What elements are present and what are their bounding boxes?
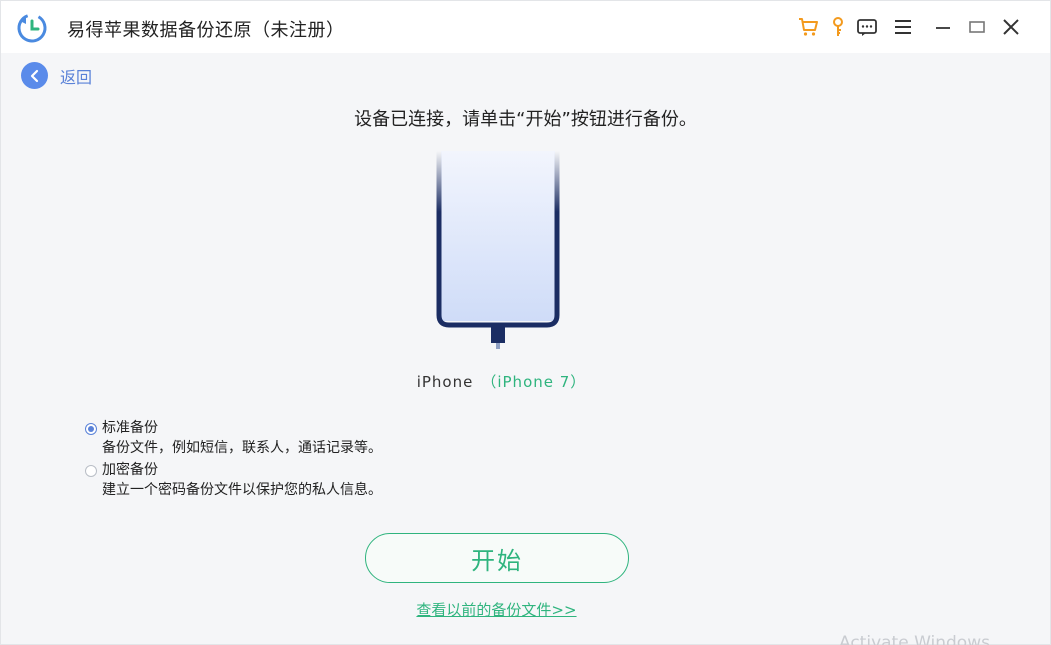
minimize-icon[interactable] <box>931 15 955 39</box>
device-name: iPhone <box>416 373 474 391</box>
device-model: （iPhone 7） <box>481 373 587 391</box>
key-icon[interactable] <box>826 15 850 39</box>
standard-backup-description: 备份文件，例如短信，联系人，通话记录等。 <box>102 440 382 456</box>
standard-backup-option[interactable]: 标准备份 备份文件，例如短信，联系人，通话记录等。 <box>85 419 382 457</box>
feedback-icon[interactable] <box>855 15 879 39</box>
start-button[interactable]: 开始 <box>365 533 629 583</box>
instruction-text: 设备已连接，请单击“开始”按钮进行备份。 <box>354 109 697 130</box>
menu-icon[interactable] <box>891 15 915 39</box>
maximize-icon[interactable] <box>965 15 989 39</box>
app-title: 易得苹果数据备份还原（未注册） <box>67 20 345 41</box>
app-window: 易得苹果数据备份还原（未注册） 返回 设备已连接，请单击“开始”按钮进行备份。 … <box>0 0 1051 645</box>
back-label: 返回 <box>60 67 93 87</box>
view-previous-backups-link[interactable]: 查看以前的备份文件>> <box>1 599 992 620</box>
activate-windows-watermark: Activate Windows <box>839 633 990 645</box>
phone-illustration <box>436 151 560 349</box>
encrypted-backup-option[interactable]: 加密备份 建立一个密码备份文件以保护您的私人信息。 <box>85 461 382 499</box>
encrypted-backup-radio[interactable] <box>85 465 97 477</box>
encrypted-backup-description: 建立一个密码备份文件以保护您的私人信息。 <box>102 482 382 498</box>
encrypted-backup-title: 加密备份 <box>102 462 158 478</box>
chevron-left-icon <box>21 62 48 89</box>
device-info: iPhone （iPhone 7） <box>1 371 1002 392</box>
standard-backup-radio[interactable] <box>85 423 97 435</box>
cart-icon[interactable] <box>796 15 820 39</box>
standard-backup-title: 标准备份 <box>102 420 158 436</box>
back-button[interactable]: 返回 <box>21 62 92 89</box>
app-logo-icon <box>17 13 47 43</box>
title-bar: 易得苹果数据备份还原（未注册） <box>1 1 1050 53</box>
close-icon[interactable] <box>999 15 1023 39</box>
